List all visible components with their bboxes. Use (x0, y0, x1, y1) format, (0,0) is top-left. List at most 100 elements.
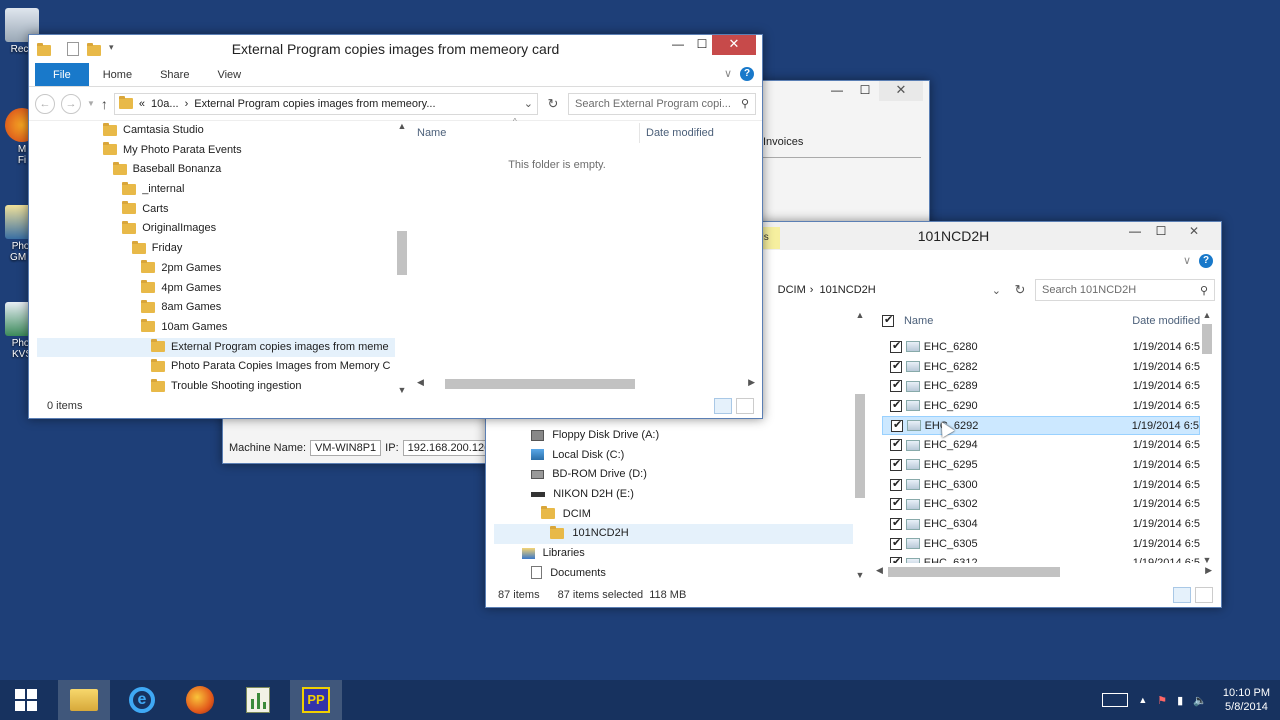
help-icon[interactable]: ? (1199, 254, 1213, 268)
nav-vertical-scrollbar[interactable]: ▲ ▼ (853, 310, 867, 580)
action-center-icon[interactable]: ⚑ (1157, 694, 1167, 707)
clock[interactable]: 10:10 PM 5/8/2014 (1223, 686, 1270, 714)
file-checkbox[interactable] (891, 418, 903, 432)
file-row[interactable]: EHC_6282 1/19/2014 6:5 (882, 357, 1200, 377)
tree-item[interactable]: Camtasia Studio (37, 121, 395, 141)
back-button[interactable]: ← (35, 93, 55, 114)
file-row[interactable]: EHC_6294 1/19/2014 6:5 (882, 435, 1200, 455)
scroll-up-icon[interactable]: ▲ (395, 121, 409, 131)
scroll-down-icon[interactable]: ▼ (853, 570, 867, 580)
taskbar-photo-parata[interactable]: PP (290, 680, 342, 720)
tree-item[interactable]: NIKON D2H (E:) (494, 485, 854, 505)
window-external-program[interactable]: ▾ External Program copies images from me… (28, 34, 763, 419)
scrollbar-thumb[interactable] (855, 394, 865, 498)
minimize-button[interactable]: — (1121, 222, 1149, 242)
tab-file[interactable]: File (35, 63, 89, 86)
file-checkbox[interactable] (890, 378, 902, 393)
file-row[interactable]: EHC_6280 1/19/2014 6:5 (882, 337, 1200, 357)
help-icon[interactable]: ? (740, 67, 754, 81)
details-view-button[interactable] (714, 398, 732, 414)
tree-item[interactable]: 4pm Games (37, 279, 395, 299)
scroll-right-icon[interactable]: ▶ (1205, 565, 1212, 576)
tree-item[interactable]: DCIM (494, 505, 854, 525)
network-icon[interactable]: ▮ (1177, 694, 1183, 707)
file-checkbox[interactable] (890, 359, 902, 373)
taskbar-firefox[interactable] (174, 680, 226, 720)
navigation-pane[interactable]: Floppy Disk Drive (A:) Local Disk (C:) BD-… (494, 426, 854, 584)
file-checkbox[interactable] (890, 477, 902, 491)
ribbon-expand-icon[interactable]: ∨ (1183, 254, 1191, 267)
address-segment-101ncd2h[interactable]: 101NCD2H (819, 284, 875, 296)
file-checkbox[interactable] (890, 496, 902, 511)
file-checkbox[interactable] (890, 555, 902, 563)
chevron-down-icon[interactable]: ⌄ (992, 284, 1001, 297)
refresh-icon[interactable]: ↻ (1011, 282, 1029, 298)
taskbar-file-explorer[interactable] (58, 680, 110, 720)
file-vertical-scrollbar[interactable]: ▲ ▼ (1200, 310, 1214, 565)
tree-item[interactable]: BD-ROM Drive (D:) (494, 465, 854, 485)
scroll-down-icon[interactable]: ▼ (1200, 555, 1214, 565)
close-button[interactable]: ✕ (712, 35, 756, 55)
tree-item[interactable]: Local Disk (C:) (494, 446, 854, 466)
navigation-pane[interactable]: Camtasia Studio My Photo Parata Events Bas… (37, 121, 395, 397)
tab-share[interactable]: Share (146, 63, 203, 86)
forward-button[interactable]: → (61, 93, 81, 114)
address-bar[interactable]: « 10a... › External Program copies image… (113, 92, 538, 115)
file-row[interactable]: EHC_63121/19/2014 6:5 (882, 554, 1200, 563)
address-bar[interactable]: ) DCIM › 101NCD2H ⌄ (756, 279, 1005, 301)
file-checkbox[interactable] (890, 398, 902, 412)
scrollbar-thumb[interactable] (397, 231, 407, 275)
file-checkbox[interactable] (890, 339, 902, 353)
file-row[interactable]: EHC_6290 1/19/2014 6:5 (882, 396, 1200, 416)
address-segment-10am[interactable]: 10a... (151, 98, 179, 110)
file-row[interactable]: EHC_6305 1/19/2014 6:5 (882, 534, 1200, 554)
scroll-left-icon[interactable]: ◀ (417, 377, 424, 388)
tree-item[interactable]: Photo Parata Copies Images from Memory C (37, 357, 395, 377)
volume-icon[interactable]: 🔈 (1193, 694, 1207, 707)
maximize-button[interactable]: ☐ (851, 81, 879, 101)
large-icons-view-button[interactable] (1195, 587, 1213, 603)
tab-view[interactable]: View (203, 63, 255, 86)
tree-item[interactable]: 101NCD2H (494, 524, 854, 545)
tree-item[interactable]: 2pm Games (37, 259, 395, 279)
close-button[interactable]: ✕ (879, 81, 923, 101)
scrollbar-thumb[interactable] (1202, 324, 1212, 354)
tab-invoices[interactable]: Invoices (763, 136, 803, 148)
up-button[interactable]: ↑ (101, 96, 108, 112)
tree-item[interactable]: _internal (37, 180, 395, 200)
scroll-left-icon[interactable]: ◀ (876, 565, 883, 576)
minimize-button[interactable]: — (823, 81, 851, 101)
address-segment-current[interactable]: External Program copies images from meme… (194, 98, 435, 110)
maximize-button[interactable]: ☐ (1147, 222, 1175, 242)
file-row[interactable]: EHC_6289 1/19/2014 6:5 (882, 376, 1200, 396)
file-row[interactable]: EHC_6304 1/19/2014 6:5 (882, 514, 1200, 534)
tree-item[interactable]: Documents (494, 564, 854, 584)
recent-dropdown-icon[interactable]: ▼ (87, 99, 95, 108)
taskbar-chart-app[interactable] (232, 680, 284, 720)
keyboard-icon[interactable] (1102, 693, 1129, 707)
file-row[interactable]: EHC_6295 1/19/2014 6:5 (882, 455, 1200, 475)
search-input[interactable]: Search External Program copi... ⚲ (568, 92, 756, 115)
column-date-modified[interactable]: Date modified (646, 127, 714, 139)
details-view-button[interactable] (1173, 587, 1191, 603)
scroll-right-icon[interactable]: ▶ (748, 377, 755, 388)
tree-item[interactable]: External Program copies images from meme (37, 337, 395, 358)
tree-item[interactable]: Libraries (494, 544, 854, 564)
file-horizontal-scrollbar[interactable]: ◀ ▶ (874, 565, 1214, 579)
tree-item[interactable]: Baseball Bonanza (37, 160, 395, 180)
refresh-icon[interactable]: ↻ (544, 96, 562, 112)
tree-item[interactable]: 10am Games (37, 318, 395, 338)
tree-item[interactable]: My Photo Parata Events (37, 141, 395, 161)
nav-vertical-scrollbar[interactable]: ▲ ▼ (395, 121, 409, 395)
file-list[interactable]: EHC_6280 1/19/2014 6:5 EHC_6282 1/19/2014 6… (882, 337, 1200, 563)
large-icons-view-button[interactable] (736, 398, 754, 414)
column-name[interactable]: Name (417, 127, 446, 139)
column-name[interactable]: Name (904, 315, 1132, 327)
tree-item[interactable]: Carts (37, 200, 395, 220)
tab-home[interactable]: Home (89, 63, 146, 86)
ribbon-expand-icon[interactable]: ∨ (724, 67, 732, 80)
select-all-checkbox[interactable] (882, 313, 894, 327)
file-checkbox[interactable] (890, 457, 902, 471)
scroll-up-icon[interactable]: ▲ (1200, 310, 1214, 320)
scrollbar-thumb[interactable] (445, 379, 635, 389)
